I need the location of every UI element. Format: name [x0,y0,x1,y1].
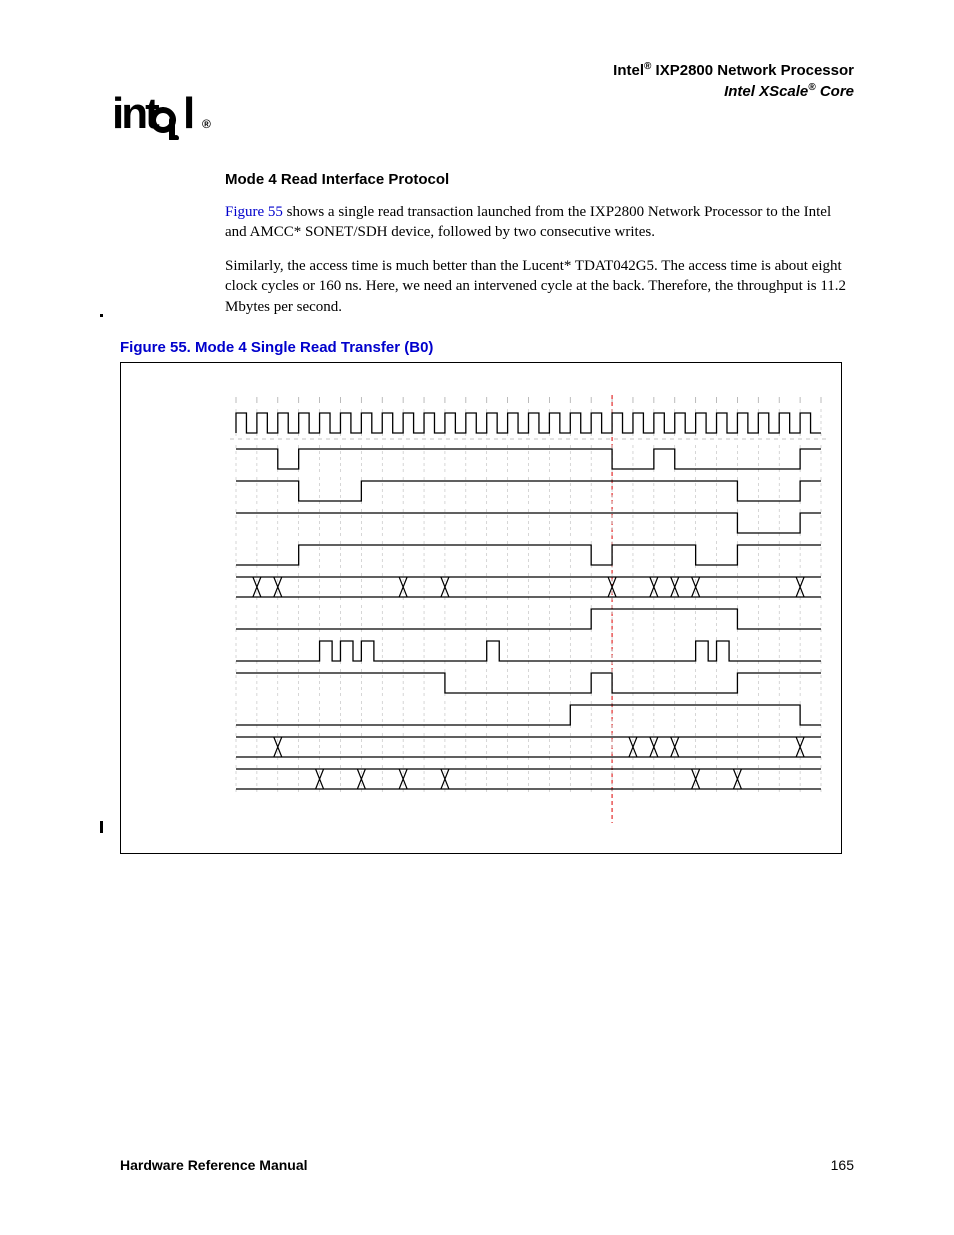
figure-55-timing-diagram [120,362,842,854]
intel-logo: int l ® [112,90,222,151]
change-bar-icon [100,821,103,833]
page-footer: Hardware Reference Manual 165 [120,1157,854,1173]
paragraph-1-text: shows a single read transaction launched… [225,204,831,240]
header-text: Intel XScale [724,83,808,100]
running-header: Intel® IXP2800 Network Processor Intel X… [120,60,854,103]
header-text: Intel [613,62,644,79]
header-text: Core [816,83,854,100]
footer-title: Hardware Reference Manual [120,1157,308,1173]
header-line-2: Intel XScale® Core [120,81,854,102]
header-text: IXP2800 Network Processor [651,62,854,79]
section-heading: Mode 4 Read Interface Protocol [225,171,854,188]
figure-xref-link[interactable]: Figure 55 [225,204,283,220]
change-bar-dot [100,314,103,317]
paragraph-1: Figure 55 shows a single read transactio… [225,202,854,243]
paragraph-2: Similarly, the access time is much bette… [225,256,854,317]
figure-caption: Figure 55. Mode 4 Single Read Transfer (… [120,339,854,356]
header-line-1: Intel® IXP2800 Network Processor [120,60,854,81]
logo-text-post: l [183,90,193,138]
logo-reg: ® [202,117,211,131]
page-number: 165 [831,1157,854,1173]
page: Intel® IXP2800 Network Processor Intel X… [0,0,954,1235]
registered-mark: ® [808,82,815,93]
timing-diagram-svg [121,363,841,853]
intel-logo-svg: int l ® [112,90,222,140]
body-block: Figure 55 shows a single read transactio… [225,202,854,317]
